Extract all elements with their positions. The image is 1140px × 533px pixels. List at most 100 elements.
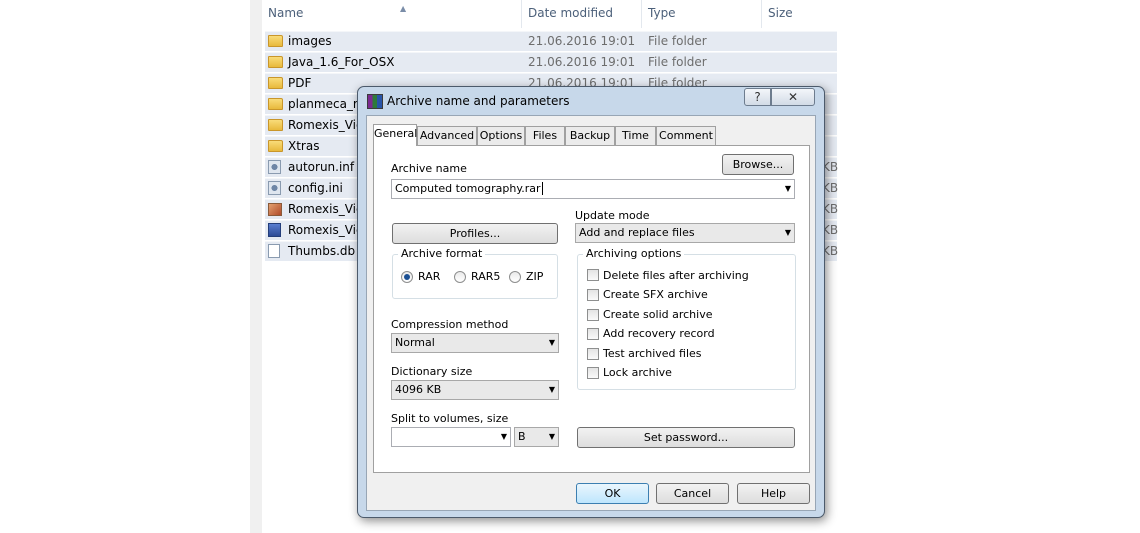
settings-file-icon <box>268 160 281 174</box>
split-volumes-label: Split to volumes, size <box>391 412 509 425</box>
general-tab-panel: Archive name Browse... Computed tomograp… <box>373 145 810 473</box>
checkbox-test-files-label[interactable]: Test archived files <box>603 347 702 360</box>
checkbox-solid-archive[interactable] <box>587 309 599 321</box>
chevron-down-icon: ▼ <box>548 432 555 441</box>
archive-format-group: Archive format RAR RAR5 ZIP <box>392 247 558 299</box>
folder-icon <box>268 35 283 47</box>
radio-zip[interactable] <box>509 271 521 283</box>
tab-advanced[interactable]: Advanced <box>417 126 477 145</box>
file-type: File folder <box>648 55 707 69</box>
column-header-name-label: Name <box>268 6 304 20</box>
archive-name-input[interactable]: Computed tomography.rar ▼ <box>391 179 795 199</box>
folder-icon <box>268 119 283 131</box>
update-mode-label: Update mode <box>575 209 650 222</box>
dialog-titlebar[interactable]: Archive name and parameters ? ✕ <box>358 87 824 115</box>
tab-time[interactable]: Time <box>615 126 656 145</box>
checkbox-delete-files-label[interactable]: Delete files after archiving <box>603 269 749 282</box>
folder-icon <box>268 98 283 110</box>
compression-method-value: Normal <box>395 336 435 349</box>
update-mode-value: Add and replace files <box>579 226 695 239</box>
file-row[interactable]: Java_1.6_For_OSX 21.06.2016 19:01 File fol… <box>265 52 837 72</box>
help-button[interactable]: Help <box>737 483 810 504</box>
winrar-icon <box>367 94 383 109</box>
radio-rar5[interactable] <box>454 271 466 283</box>
tab-files[interactable]: Files <box>525 126 565 145</box>
column-header-date[interactable]: Date modified <box>522 0 642 28</box>
checkbox-create-sfx-label[interactable]: Create SFX archive <box>603 288 708 301</box>
checkbox-solid-archive-label[interactable]: Create solid archive <box>603 308 712 321</box>
file-name: planmeca_ro <box>288 97 365 111</box>
tab-comment[interactable]: Comment <box>656 126 716 145</box>
ok-button[interactable]: OK <box>576 483 649 504</box>
chevron-down-icon[interactable]: ▼ <box>785 180 791 198</box>
archiving-options-label: Archiving options <box>583 247 685 260</box>
file-date: 21.06.2016 19:01 <box>528 55 636 69</box>
column-header-date-label: Date modified <box>528 6 614 20</box>
dictionary-size-select[interactable]: 4096 KB ▼ <box>391 380 559 400</box>
split-volumes-input[interactable]: ▼ <box>391 427 511 447</box>
tab-options[interactable]: Options <box>477 126 525 145</box>
split-unit-value: B <box>518 430 526 443</box>
radio-rar[interactable] <box>401 271 413 283</box>
update-mode-select[interactable]: Add and replace files ▼ <box>575 223 795 243</box>
cancel-button[interactable]: Cancel <box>656 483 729 504</box>
sort-ascending-icon: ▲ <box>400 4 407 13</box>
folder-icon <box>268 56 283 68</box>
column-header-type-label: Type <box>648 6 676 20</box>
dialog-client-area: General Advanced Options Files Backup Ti… <box>366 115 816 511</box>
image-file-icon <box>268 203 282 216</box>
column-header-name[interactable]: Name ▲ <box>262 0 522 28</box>
archive-name-value: Computed tomography.rar <box>395 182 541 195</box>
file-name: Thumbs.db <box>288 244 356 258</box>
database-file-icon <box>268 244 280 258</box>
archive-dialog: Archive name and parameters ? ✕ General … <box>357 86 825 518</box>
file-name: images <box>288 34 332 48</box>
archive-name-label: Archive name <box>391 162 467 175</box>
tab-backup[interactable]: Backup <box>565 126 615 145</box>
dialog-title: Archive name and parameters <box>387 94 570 108</box>
chevron-down-icon: ▼ <box>548 338 555 347</box>
compression-method-label: Compression method <box>391 318 509 331</box>
split-unit-select[interactable]: B ▼ <box>514 427 559 447</box>
checkbox-test-files[interactable] <box>587 348 599 360</box>
column-header-size[interactable]: Size <box>762 0 842 28</box>
close-button[interactable]: ✕ <box>771 88 815 106</box>
browse-button[interactable]: Browse... <box>722 154 794 175</box>
title-help-button[interactable]: ? <box>744 88 771 106</box>
checkbox-lock-archive[interactable] <box>587 367 599 379</box>
file-name: autorun.inf <box>288 160 355 174</box>
application-icon <box>268 223 281 237</box>
checkbox-recovery-record-label[interactable]: Add recovery record <box>603 327 715 340</box>
folder-icon <box>268 140 283 152</box>
dictionary-size-label: Dictionary size <box>391 365 473 378</box>
column-header-type[interactable]: Type <box>642 0 762 28</box>
radio-zip-label: ZIP <box>526 270 544 283</box>
chevron-down-icon: ▼ <box>784 228 791 237</box>
settings-file-icon <box>268 181 281 195</box>
profiles-button[interactable]: Profiles... <box>392 223 558 244</box>
checkbox-delete-files[interactable] <box>587 269 599 281</box>
compression-method-select[interactable]: Normal ▼ <box>391 333 559 353</box>
archive-format-label: Archive format <box>398 247 486 260</box>
file-row[interactable]: images 21.06.2016 19:01 File folder <box>265 31 837 51</box>
tab-general[interactable]: General <box>373 124 417 146</box>
set-password-button[interactable]: Set password... <box>577 427 795 448</box>
file-name: Java_1.6_For_OSX <box>288 55 395 69</box>
radio-rar-label: RAR <box>418 270 441 283</box>
close-icon: ✕ <box>787 90 799 104</box>
checkbox-lock-archive-label[interactable]: Lock archive <box>603 366 672 379</box>
column-header-size-label: Size <box>768 6 793 20</box>
file-type: File folder <box>648 34 707 48</box>
archiving-options-group: Archiving options Delete files after arc… <box>577 247 796 390</box>
file-name: config.ini <box>288 181 343 195</box>
chevron-down-icon[interactable]: ▼ <box>501 428 507 446</box>
file-name: Xtras <box>288 139 320 153</box>
dictionary-size-value: 4096 KB <box>395 383 442 396</box>
chevron-down-icon: ▼ <box>548 385 555 394</box>
folder-icon <box>268 77 283 89</box>
radio-rar5-label: RAR5 <box>471 270 501 283</box>
file-date: 21.06.2016 19:01 <box>528 34 636 48</box>
checkbox-recovery-record[interactable] <box>587 328 599 340</box>
file-name: PDF <box>288 76 312 90</box>
checkbox-create-sfx[interactable] <box>587 289 599 301</box>
